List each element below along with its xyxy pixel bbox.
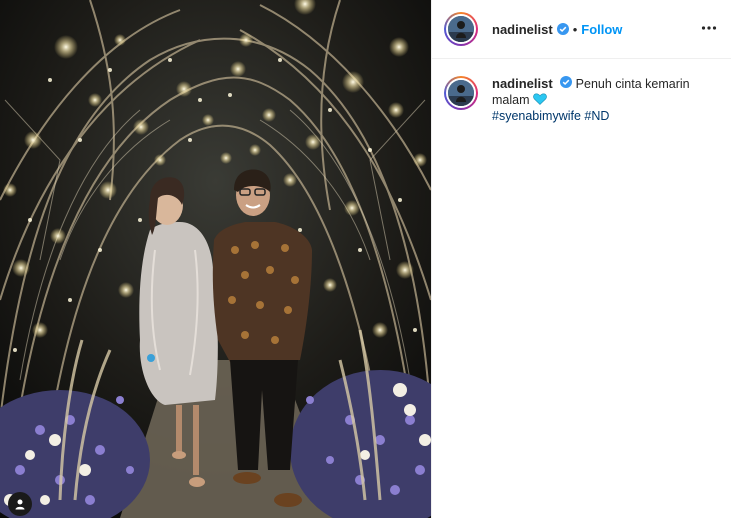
hashtag-link[interactable]: #syenabimywife (492, 109, 581, 123)
user-tag-icon[interactable] (8, 492, 32, 516)
hashtag-link[interactable]: #ND (584, 109, 609, 123)
avatar-border (446, 14, 476, 44)
caption-avatar-image (448, 80, 474, 106)
follow-button[interactable]: Follow (581, 22, 622, 37)
post-photo[interactable] (0, 0, 431, 518)
user-tag-glyph (15, 499, 25, 510)
verified-badge-icon (556, 23, 569, 35)
avatar-graphic (448, 16, 474, 42)
caption-avatar-graphic (448, 80, 474, 106)
caption-avatar-border (446, 78, 476, 108)
caption-line-1: Penuh cinta kemarin (575, 77, 690, 91)
avatar-image (448, 16, 474, 42)
caption-avatar[interactable] (444, 76, 478, 110)
post-side-panel: nadinelist • Follow nadinelist Penuh cin… (431, 0, 731, 518)
separator-dot: • (572, 21, 578, 37)
blue-heart-icon (533, 93, 547, 107)
caption-text: nadinelist Penuh cinta kemarin malam #sy… (492, 76, 702, 124)
post-caption: nadinelist Penuh cinta kemarin malam #sy… (432, 59, 731, 124)
caption-username-link[interactable]: nadinelist (492, 76, 553, 91)
username-link[interactable]: nadinelist (492, 22, 553, 37)
avatar[interactable] (444, 12, 478, 46)
verified-badge-icon (560, 76, 573, 88)
photo-illustration (0, 0, 431, 518)
more-options-icon[interactable] (701, 20, 717, 41)
caption-line-2: malam (492, 93, 530, 107)
post-header: nadinelist • Follow (432, 0, 731, 59)
